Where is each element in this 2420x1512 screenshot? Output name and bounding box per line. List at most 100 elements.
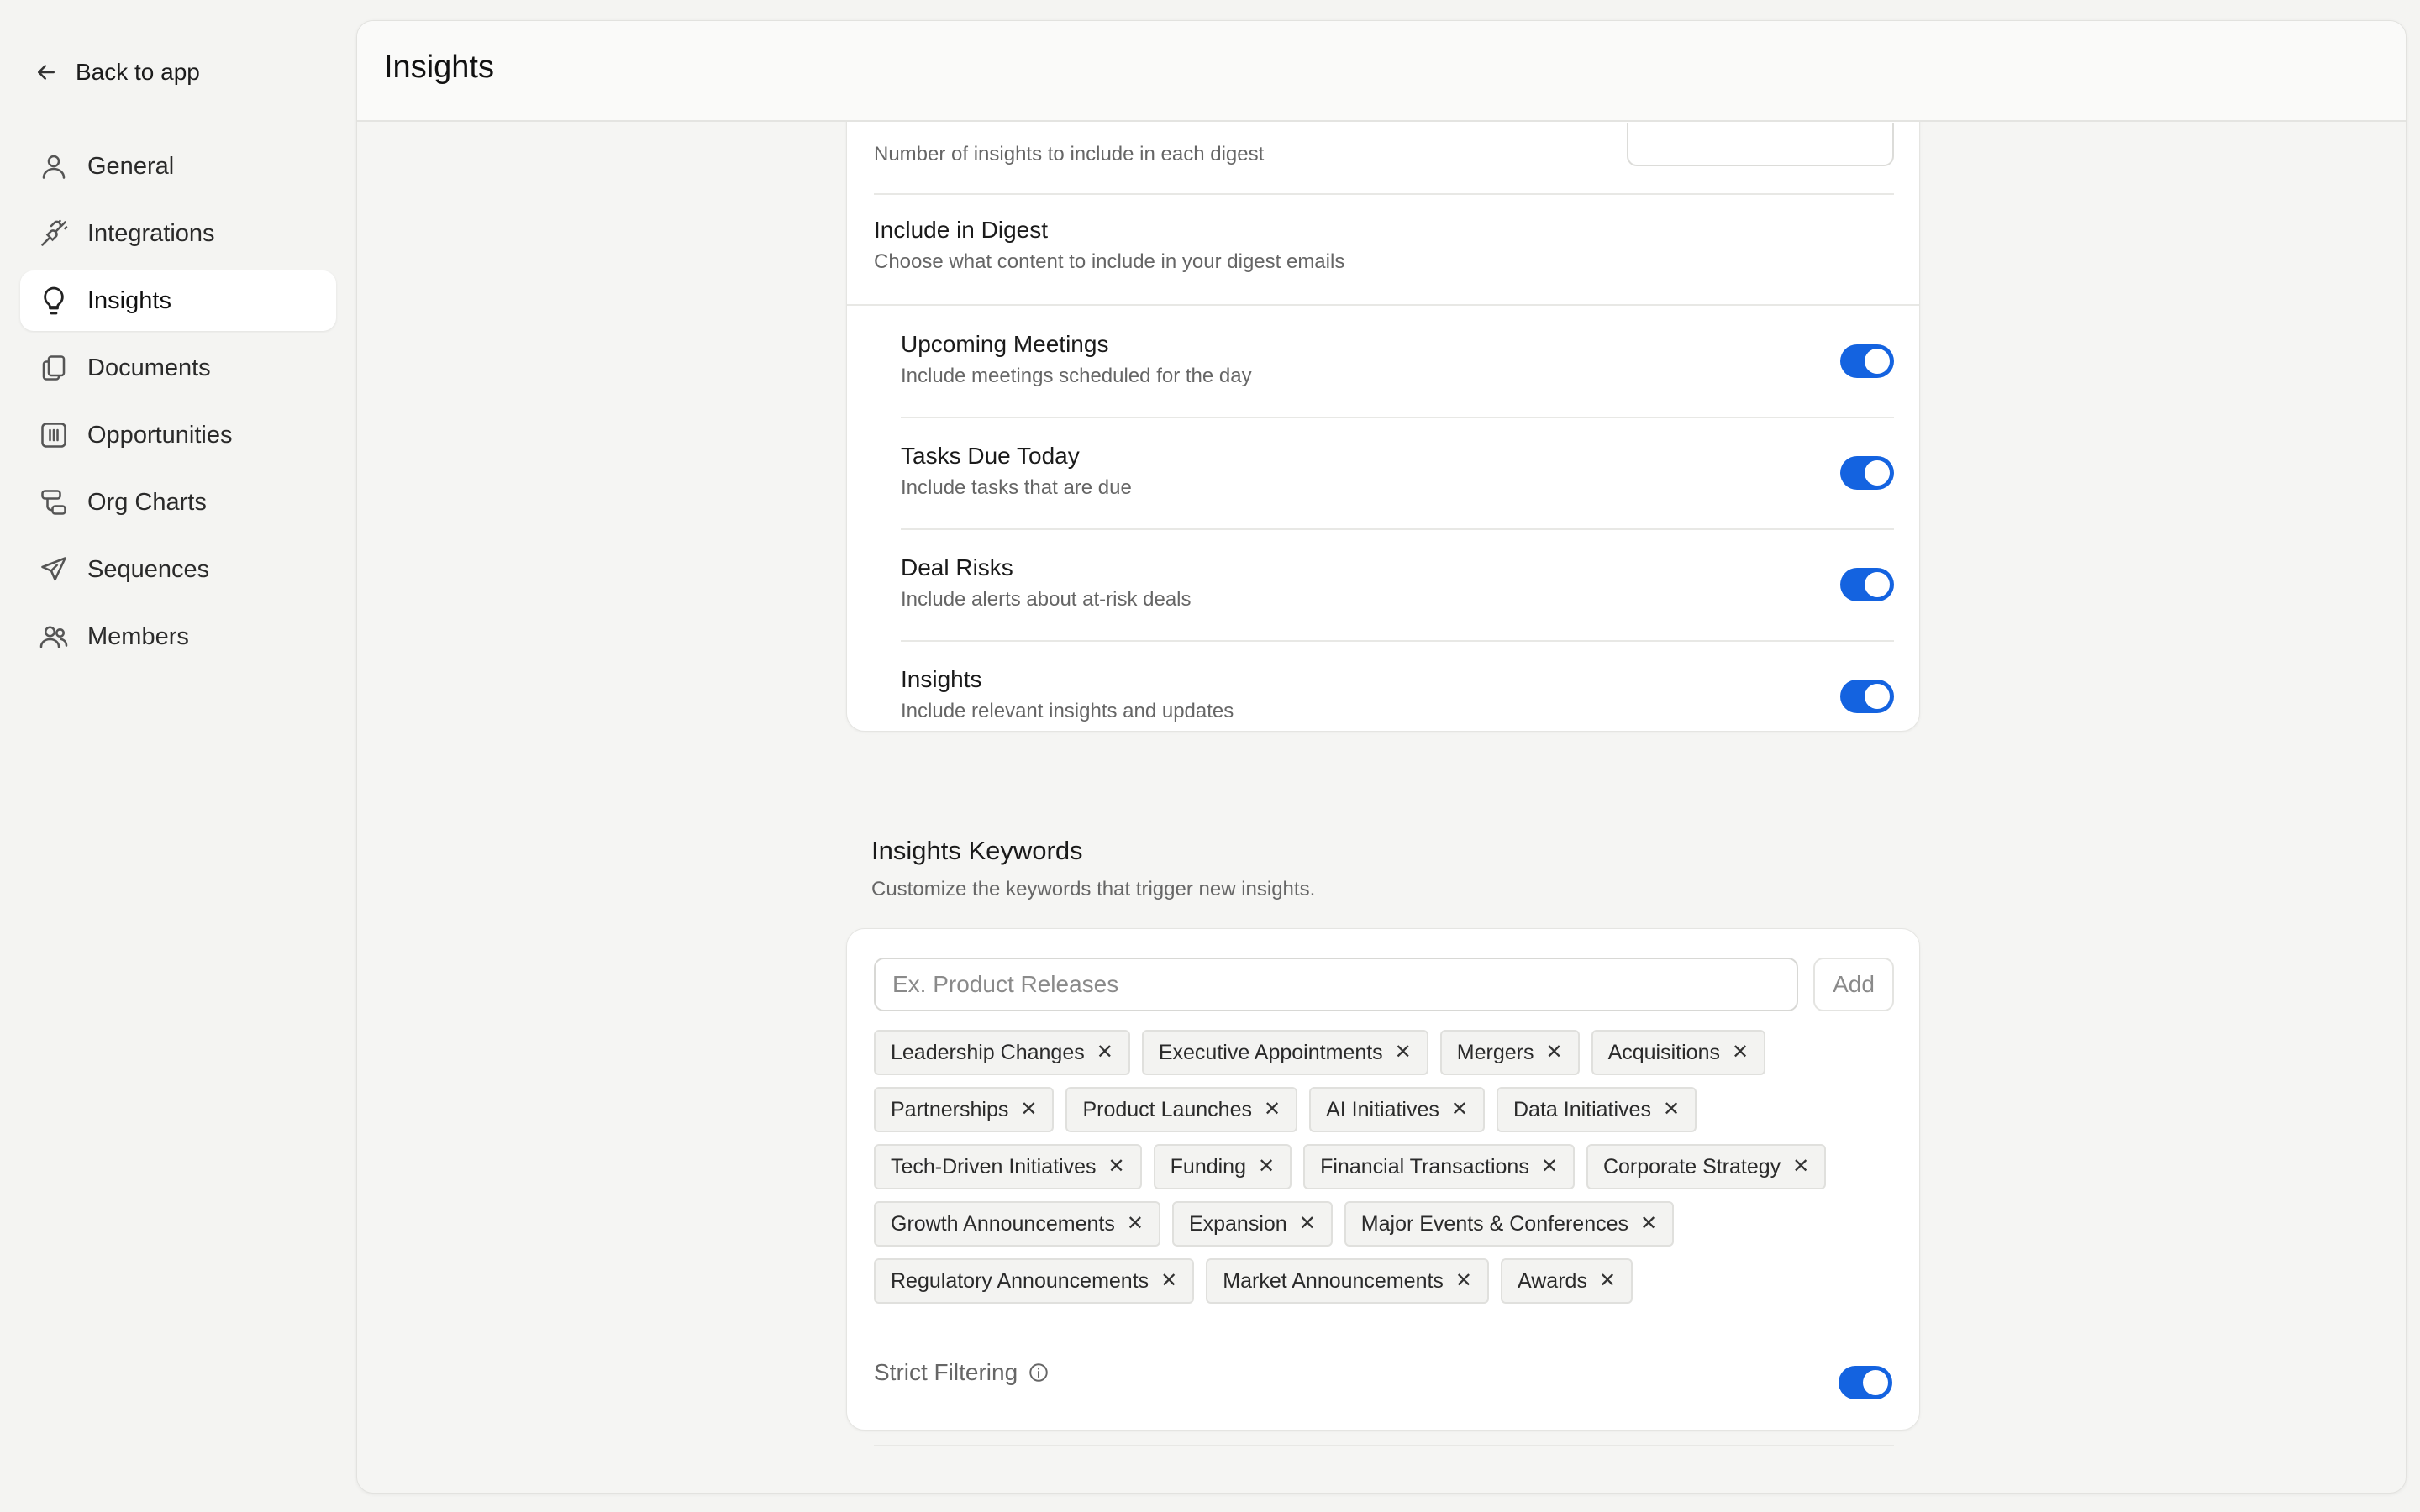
remove-keyword-icon[interactable]: ✕ bbox=[1160, 1271, 1177, 1291]
insights-keywords-title: Insights Keywords bbox=[871, 836, 1083, 865]
digest-settings-card: Number of insights to include in each di… bbox=[846, 122, 1920, 732]
option-description: Include tasks that are due bbox=[901, 476, 1132, 499]
keyword-tag: Market Announcements ✕ bbox=[1206, 1258, 1490, 1304]
keyword-tag: Mergers ✕ bbox=[1439, 1030, 1580, 1075]
keyword-tag: Funding ✕ bbox=[1153, 1144, 1292, 1189]
keyword-tag-label: Expansion bbox=[1188, 1211, 1287, 1236]
keyword-input[interactable] bbox=[874, 958, 1798, 1011]
keyword-tag-label: Mergers bbox=[1456, 1040, 1534, 1064]
sidebar-item-members[interactable]: Members bbox=[20, 606, 336, 667]
settings-content[interactable]: Number of insights to include in each di… bbox=[357, 122, 2406, 1493]
remove-keyword-icon[interactable]: ✕ bbox=[1541, 1157, 1558, 1177]
remove-keyword-icon[interactable]: ✕ bbox=[1451, 1100, 1468, 1120]
sidebar-item-label: Integrations bbox=[87, 219, 215, 247]
remove-keyword-icon[interactable]: ✕ bbox=[1097, 1042, 1113, 1063]
remove-keyword-icon[interactable]: ✕ bbox=[1545, 1042, 1562, 1063]
divider bbox=[874, 193, 1894, 195]
sidebar-item-label: Org Charts bbox=[87, 488, 207, 516]
sidebar-item-org-charts[interactable]: Org Charts bbox=[20, 472, 336, 533]
remove-keyword-icon[interactable]: ✕ bbox=[1020, 1100, 1037, 1120]
lightbulb-icon bbox=[44, 286, 64, 315]
add-keyword-button[interactable]: Add bbox=[1813, 958, 1894, 1011]
sidebar-item-documents[interactable]: Documents bbox=[20, 338, 336, 398]
documents-icon bbox=[42, 355, 66, 381]
remove-keyword-icon[interactable]: ✕ bbox=[1732, 1042, 1749, 1063]
option-title: Upcoming Meetings bbox=[901, 331, 1109, 357]
keywords-card: Add Leadership Changes ✕ Executive Appoin… bbox=[846, 928, 1920, 1446]
keyword-tag: Major Events & Conferences ✕ bbox=[1344, 1201, 1675, 1247]
remove-keyword-icon[interactable]: ✕ bbox=[1599, 1271, 1616, 1291]
remove-keyword-icon[interactable]: ✕ bbox=[1264, 1100, 1281, 1120]
keyword-tag-label: Funding bbox=[1170, 1154, 1246, 1179]
keyword-tag-label: Partnerships bbox=[891, 1097, 1009, 1121]
keyword-tag-label: Data Initiatives bbox=[1513, 1097, 1651, 1121]
keyword-tag: Corporate Strategy ✕ bbox=[1586, 1144, 1827, 1189]
remove-keyword-icon[interactable]: ✕ bbox=[1258, 1157, 1275, 1177]
settings-nav: General Integrations Insights Documents … bbox=[20, 136, 336, 674]
back-to-app-link[interactable]: Back to app bbox=[34, 54, 200, 91]
remove-keyword-icon[interactable]: ✕ bbox=[1108, 1157, 1125, 1177]
insights-keywords-description: Customize the keywords that trigger new … bbox=[871, 878, 1316, 900]
columns-icon bbox=[41, 423, 66, 448]
arrow-left-icon bbox=[38, 65, 55, 80]
sidebar-item-general[interactable]: General bbox=[20, 136, 336, 197]
plug-icon bbox=[41, 219, 68, 246]
insights-toggle[interactable] bbox=[1840, 680, 1894, 713]
remove-keyword-icon[interactable]: ✕ bbox=[1640, 1214, 1657, 1234]
keyword-tag-label: Tech-Driven Initiatives bbox=[891, 1154, 1097, 1179]
page-title: Insights bbox=[384, 50, 494, 85]
tasks-due-today-toggle[interactable] bbox=[1840, 456, 1894, 490]
info-icon[interactable] bbox=[1028, 1362, 1050, 1383]
option-description: Include meetings scheduled for the day bbox=[901, 365, 1252, 387]
keyword-tag-label: Leadership Changes bbox=[891, 1040, 1085, 1064]
keyword-tag: Product Launches ✕ bbox=[1065, 1087, 1298, 1132]
remove-keyword-icon[interactable]: ✕ bbox=[1395, 1042, 1412, 1063]
upcoming-meetings-toggle[interactable] bbox=[1840, 344, 1894, 378]
keyword-tag: Executive Appointments ✕ bbox=[1141, 1030, 1428, 1075]
sidebar-item-label: Sequences bbox=[87, 555, 210, 583]
include-in-digest-description: Choose what content to include in your d… bbox=[874, 250, 1345, 273]
sidebar-item-integrations[interactable]: Integrations bbox=[20, 203, 336, 264]
sidebar-item-opportunities[interactable]: Opportunities bbox=[20, 405, 336, 465]
digest-option-insights: Insights Include relevant insights and u… bbox=[901, 641, 1894, 752]
remove-keyword-icon[interactable]: ✕ bbox=[1663, 1100, 1680, 1120]
keyword-tag: Regulatory Announcements ✕ bbox=[874, 1258, 1195, 1304]
users-icon bbox=[39, 626, 68, 648]
keyword-tag-label: Market Announcements bbox=[1223, 1268, 1444, 1293]
send-icon bbox=[41, 557, 66, 581]
sidebar-item-sequences[interactable]: Sequences bbox=[20, 539, 336, 600]
user-icon bbox=[42, 155, 66, 179]
strict-filtering-toggle[interactable] bbox=[1839, 1366, 1892, 1399]
digest-option-tasks-due-today: Tasks Due Today Include tasks that are d… bbox=[901, 417, 1894, 528]
strict-filtering-label: Strict Filtering bbox=[874, 1359, 1018, 1385]
digest-count-description: Number of insights to include in each di… bbox=[874, 143, 1265, 165]
sidebar: Back to app General Integrations Insight… bbox=[0, 0, 356, 1512]
keyword-tag-label: AI Initiatives bbox=[1326, 1097, 1439, 1121]
keyword-tag: Awards ✕ bbox=[1501, 1258, 1634, 1304]
back-to-app-label: Back to app bbox=[76, 59, 200, 85]
keyword-tag-label: Executive Appointments bbox=[1158, 1040, 1383, 1064]
keyword-tag: AI Initiatives ✕ bbox=[1309, 1087, 1485, 1132]
option-title: Deal Risks bbox=[901, 554, 1013, 580]
remove-keyword-icon[interactable]: ✕ bbox=[1455, 1271, 1472, 1291]
keyword-tag: Partnerships ✕ bbox=[874, 1087, 1055, 1132]
deal-risks-toggle[interactable] bbox=[1840, 568, 1894, 601]
sidebar-item-label: Opportunities bbox=[87, 421, 233, 449]
remove-keyword-icon[interactable]: ✕ bbox=[1299, 1214, 1316, 1234]
sidebar-item-label: General bbox=[87, 152, 175, 180]
keyword-tag: Acquisitions ✕ bbox=[1591, 1030, 1766, 1075]
keyword-tag-label: Growth Announcements bbox=[891, 1211, 1115, 1236]
strict-filtering-row: Strict Filtering bbox=[874, 1359, 1050, 1386]
sidebar-item-label: Documents bbox=[87, 354, 211, 381]
keyword-tag: Growth Announcements ✕ bbox=[874, 1201, 1160, 1247]
digest-count-input[interactable] bbox=[1627, 123, 1894, 166]
sidebar-item-insights[interactable]: Insights bbox=[20, 270, 336, 331]
main-panel: Insights Number of insights to include i… bbox=[356, 20, 2407, 1494]
remove-keyword-icon[interactable]: ✕ bbox=[1792, 1157, 1809, 1177]
keyword-tags: Leadership Changes ✕ Executive Appointmen… bbox=[874, 1030, 1896, 1304]
keyword-tag-label: Acquisitions bbox=[1607, 1040, 1720, 1064]
include-in-digest-title: Include in Digest bbox=[874, 217, 1049, 243]
remove-keyword-icon[interactable]: ✕ bbox=[1127, 1214, 1144, 1234]
keyword-tag-label: Major Events & Conferences bbox=[1360, 1211, 1628, 1236]
keyword-tag: Data Initiatives ✕ bbox=[1497, 1087, 1697, 1132]
